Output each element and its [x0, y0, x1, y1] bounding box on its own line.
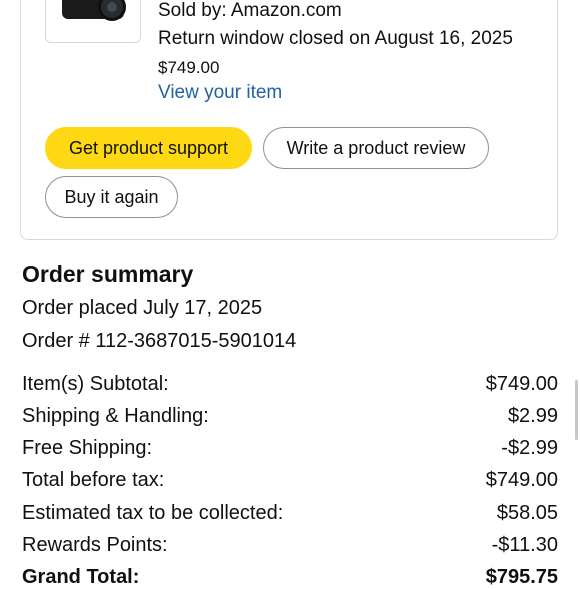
order-item-card: Sold by: Amazon.com Return window closed… — [20, 0, 558, 240]
summary-value: -$11.30 — [491, 534, 558, 556]
summary-row-subtotal: Item(s) Subtotal: $749.00 — [22, 373, 558, 396]
order-summary-heading: Order summary — [22, 261, 194, 287]
summary-row-total-before-tax: Total before tax: $749.00 — [22, 469, 558, 492]
sold-by-text: Sold by: Amazon.com — [158, 0, 342, 21]
write-review-button[interactable]: Write a product review — [263, 127, 489, 169]
summary-value: $749.00 — [485, 373, 558, 395]
return-window-text: Return window closed on August 16, 2025 — [158, 28, 513, 49]
product-thumbnail[interactable] — [45, 0, 141, 43]
summary-label: Shipping & Handling: — [22, 405, 209, 427]
summary-value: $58.05 — [496, 502, 558, 524]
item-price: $749.00 — [158, 58, 220, 77]
summary-label: Grand Total: — [22, 566, 140, 588]
summary-row-grand-total: Grand Total: $795.75 — [22, 566, 558, 589]
summary-row-rewards-points: Rewards Points: -$11.30 — [22, 534, 558, 557]
camera-icon — [62, 0, 126, 21]
summary-value: $795.75 — [485, 566, 558, 588]
summary-label: Free Shipping: — [22, 437, 153, 459]
view-item-link[interactable]: View your item — [158, 81, 282, 105]
summary-label: Rewards Points: — [22, 534, 168, 556]
summary-row-free-shipping: Free Shipping: -$2.99 — [22, 437, 558, 460]
summary-value: $2.99 — [507, 405, 558, 427]
order-number: Order # 112-3687015-5901014 — [22, 330, 297, 352]
buy-again-button[interactable]: Buy it again — [45, 176, 178, 218]
summary-row-shipping: Shipping & Handling: $2.99 — [22, 405, 558, 428]
get-product-support-button[interactable]: Get product support — [45, 127, 252, 169]
summary-label: Estimated tax to be collected: — [22, 502, 284, 524]
summary-label: Total before tax: — [22, 469, 165, 491]
scrollbar[interactable] — [575, 380, 578, 440]
order-placed-date: Order placed July 17, 2025 — [22, 297, 263, 319]
summary-row-estimated-tax: Estimated tax to be collected: $58.05 — [22, 502, 558, 525]
summary-label: Item(s) Subtotal: — [22, 373, 169, 395]
summary-value: $749.00 — [485, 469, 558, 491]
summary-value: -$2.99 — [501, 437, 558, 459]
